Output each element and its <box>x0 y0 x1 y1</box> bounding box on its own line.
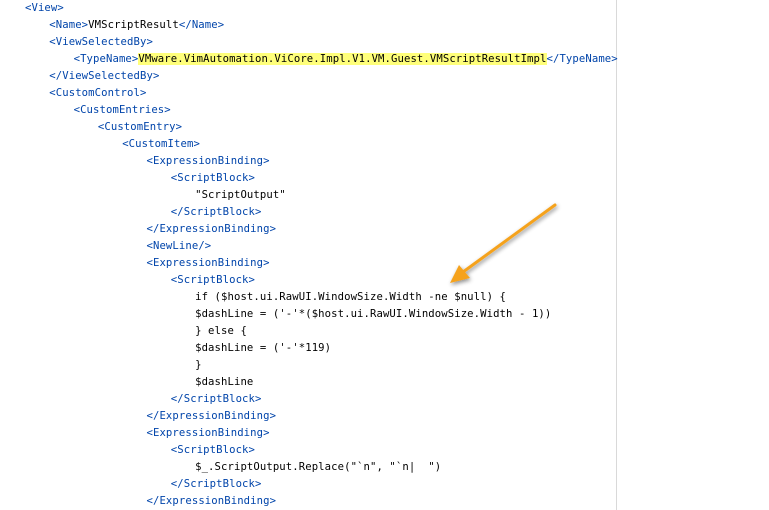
code-line: <CustomControl> <box>49 85 146 102</box>
code-line: </ExpressionBinding> <box>147 493 277 510</box>
code-line: <ExpressionBinding> <box>147 425 270 442</box>
code-line: <ScriptBlock> <box>171 442 255 459</box>
xml-tag: <TypeName> <box>73 53 139 65</box>
xml-tag: </ScriptBlock> <box>170 478 262 490</box>
code-text: $_.ScriptOutput.Replace("`n", "`n| ") <box>195 461 442 473</box>
code-line: <CustomEntries> <box>74 102 171 119</box>
code-line: <NewLine/> <box>147 238 212 255</box>
code-line: <Name>VMScriptResult</Name> <box>49 17 224 34</box>
xml-tag: <View> <box>25 2 64 14</box>
xml-tag: </ExpressionBinding> <box>146 410 277 422</box>
code-line: <ExpressionBinding> <box>147 153 270 170</box>
code-text: $dashLine = ('-'*($host.ui.RawUI.WindowS… <box>195 308 552 320</box>
xml-editor[interactable]: <View> <Name>VMScriptResult</Name> <ViewSe… <box>0 0 769 510</box>
xml-tag: <ScriptBlock> <box>170 444 256 456</box>
code-text: } else { <box>195 325 247 337</box>
xml-tag: </ExpressionBinding> <box>146 495 277 507</box>
code-line: } else { <box>195 323 247 340</box>
xml-tag: </TypeName> <box>546 53 618 65</box>
xml-tag: <CustomEntries> <box>73 104 171 116</box>
xml-tag: <ScriptBlock> <box>170 274 256 286</box>
code-text: } <box>195 359 202 371</box>
xml-tag: </ScriptBlock> <box>170 393 262 405</box>
xml-tag: </Name> <box>178 19 225 31</box>
right-margin-guide <box>616 0 617 510</box>
code-line: <View> <box>25 0 64 17</box>
xml-tag: <Name> <box>49 19 89 31</box>
xml-tag: <NewLine/> <box>146 240 212 252</box>
code-line: <ViewSelectedBy> <box>49 34 153 51</box>
arrow-head <box>450 265 470 283</box>
code-line: $dashLine <box>195 374 253 391</box>
code-text: $dashLine = ('-'*119) <box>195 342 332 354</box>
code-line: $dashLine = ('-'*($host.ui.RawUI.WindowS… <box>195 306 551 323</box>
code-line: "ScriptOutput" <box>195 187 286 204</box>
code-line: </ViewSelectedBy> <box>49 68 159 85</box>
code-line: <ScriptBlock> <box>171 170 255 187</box>
arrow-shaft <box>461 203 557 274</box>
xml-tag: </ExpressionBinding> <box>146 223 277 235</box>
code-line: <CustomEntry> <box>98 119 182 136</box>
code-line: <CustomItem> <box>122 136 200 153</box>
code-line: </ScriptBlock> <box>171 391 262 408</box>
code-line: } <box>195 357 201 374</box>
xml-tag: <ExpressionBinding> <box>146 155 270 167</box>
code-text: if ($host.ui.RawUI.WindowSize.Width -ne … <box>195 291 507 303</box>
code-text: VMScriptResult <box>88 19 179 31</box>
code-line: </ScriptBlock> <box>171 476 262 493</box>
code-text: $dashLine <box>195 376 254 388</box>
xml-tag: <ExpressionBinding> <box>146 427 270 439</box>
xml-tag: <ViewSelectedBy> <box>49 36 153 48</box>
code-line: <ScriptBlock> <box>171 272 255 289</box>
xml-tag: <ScriptBlock> <box>170 172 256 184</box>
code-line: <ExpressionBinding> <box>147 255 270 272</box>
code-line: </ScriptBlock> <box>171 204 262 221</box>
code-text: "ScriptOutput" <box>195 189 286 201</box>
xml-tag: <CustomEntry> <box>97 121 183 133</box>
xml-tag: </ViewSelectedBy> <box>49 70 160 82</box>
code-line: </ExpressionBinding> <box>147 408 277 425</box>
code-line: $dashLine = ('-'*119) <box>195 340 331 357</box>
xml-tag: </ScriptBlock> <box>170 206 262 218</box>
code-line: $_.ScriptOutput.Replace("`n", "`n| ") <box>195 459 441 476</box>
code-line: if ($host.ui.RawUI.WindowSize.Width -ne … <box>195 289 506 306</box>
code-line: <TypeName>VMware.VimAutomation.ViCore.Im… <box>74 51 618 68</box>
xml-tag: <ExpressionBinding> <box>146 257 270 269</box>
xml-tag: <CustomItem> <box>122 138 200 150</box>
highlighted-text: VMware.VimAutomation.ViCore.Impl.V1.VM.G… <box>138 53 547 65</box>
xml-tag: <CustomControl> <box>49 87 147 99</box>
code-line: </ExpressionBinding> <box>147 221 277 238</box>
